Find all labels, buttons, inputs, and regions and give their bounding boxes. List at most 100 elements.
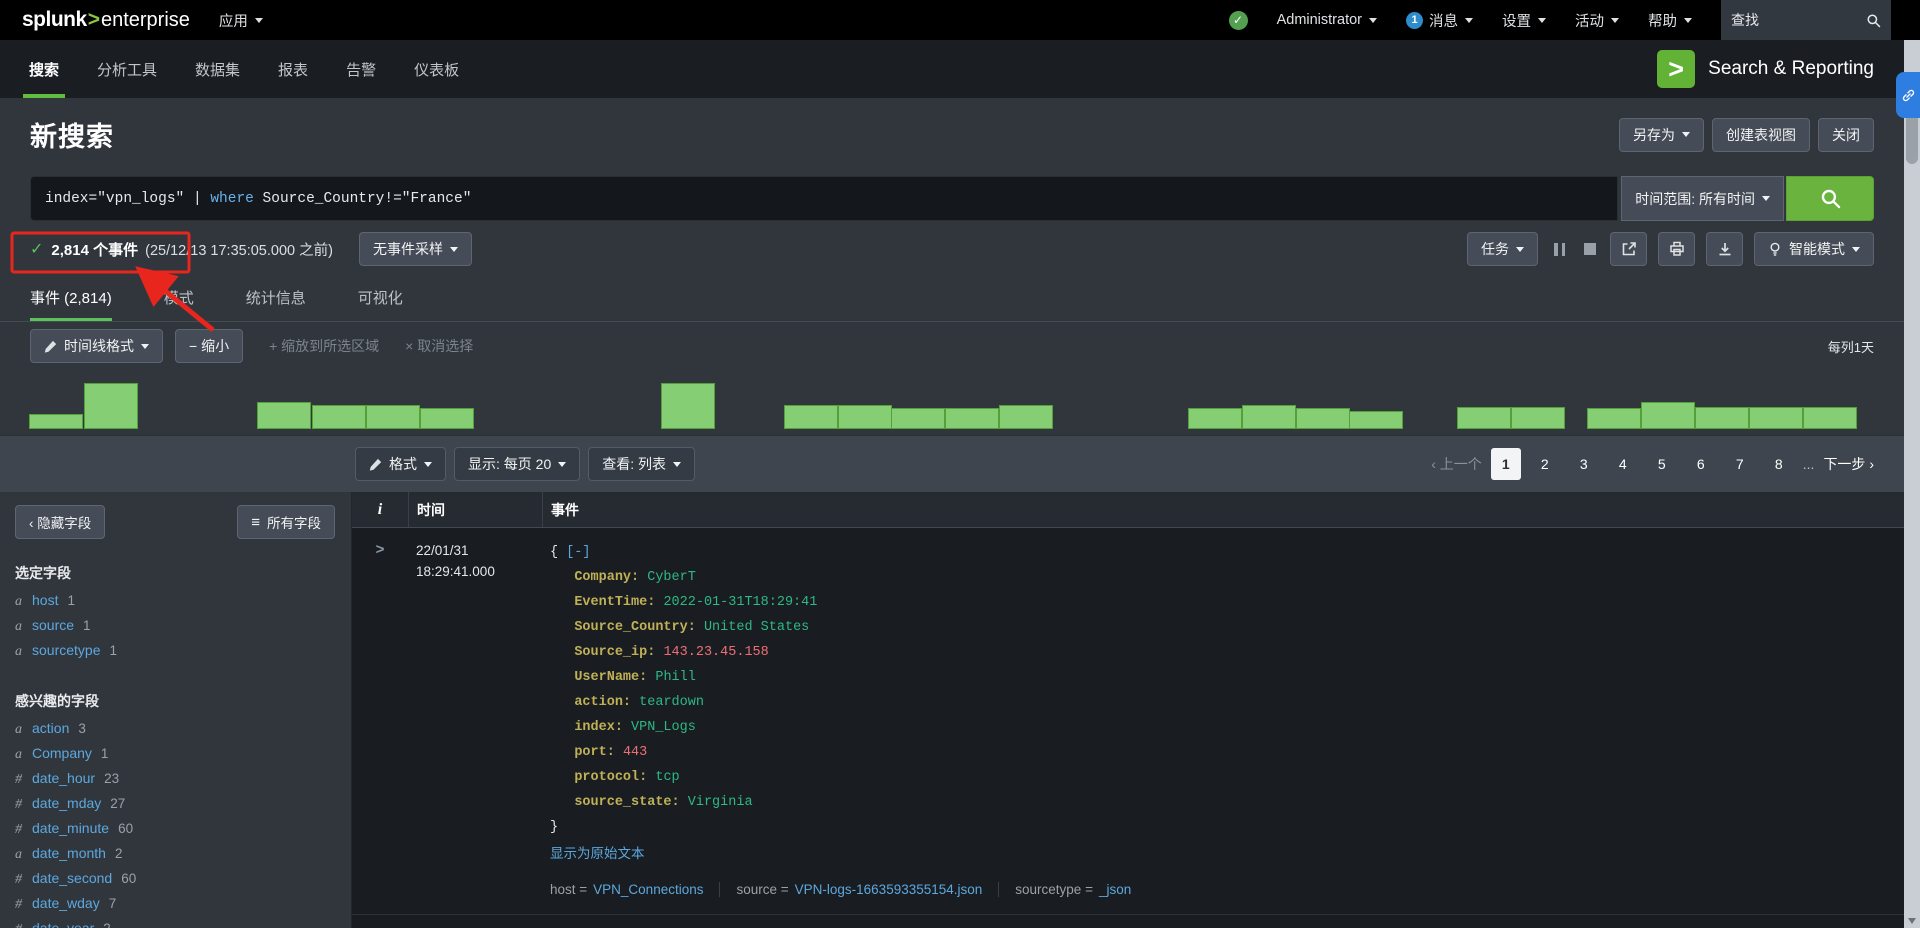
field-item-date_mday[interactable]: # date_mday 27 bbox=[15, 795, 335, 820]
result-tab-3[interactable]: 统计信息 bbox=[246, 287, 306, 321]
user-menu[interactable]: Administrator bbox=[1277, 12, 1377, 28]
json-value[interactable]: CyberT bbox=[647, 570, 696, 585]
histogram-bar[interactable] bbox=[1695, 407, 1749, 429]
save-as-button[interactable]: 另存为 bbox=[1619, 117, 1704, 152]
search-query-input[interactable]: index="vpn_logs" | where Source_Country!… bbox=[30, 176, 1619, 221]
zoom-to-selection-button[interactable]: + 缩放到所选区域 bbox=[269, 336, 379, 356]
result-tab-1[interactable]: 事件 (2,814) bbox=[30, 287, 112, 321]
histogram-bar[interactable] bbox=[945, 408, 999, 429]
meta-value-link[interactable]: VPN_Connections bbox=[593, 882, 703, 897]
nav-tab-3[interactable]: 数据集 bbox=[176, 40, 259, 98]
global-find-box[interactable] bbox=[1721, 0, 1891, 40]
field-link[interactable]: Company bbox=[32, 745, 92, 761]
field-link[interactable]: action bbox=[32, 720, 69, 736]
json-value[interactable]: United States bbox=[704, 620, 809, 635]
histogram-bar[interactable] bbox=[420, 408, 474, 429]
activity-menu[interactable]: 活动 bbox=[1575, 10, 1619, 31]
field-link[interactable]: sourcetype bbox=[32, 642, 100, 658]
per-page-selector[interactable]: 显示: 每页 20 bbox=[454, 447, 581, 481]
histogram-bar[interactable] bbox=[1749, 407, 1803, 429]
nav-tab-6[interactable]: 仪表板 bbox=[395, 40, 478, 98]
histogram-bar[interactable] bbox=[84, 383, 138, 429]
field-link[interactable]: host bbox=[32, 592, 58, 608]
export-button[interactable] bbox=[1706, 232, 1743, 266]
histogram-bar[interactable] bbox=[1641, 402, 1695, 429]
zoom-out-button[interactable]: − 缩小 bbox=[175, 329, 244, 363]
pause-job-button[interactable] bbox=[1549, 242, 1570, 256]
histogram-bar[interactable] bbox=[1296, 408, 1350, 429]
next-page-button[interactable]: 下一步 › bbox=[1823, 454, 1874, 474]
settings-menu[interactable]: 设置 bbox=[1502, 10, 1546, 31]
histogram-bar[interactable] bbox=[784, 405, 838, 429]
stop-job-button[interactable] bbox=[1581, 243, 1599, 255]
page-button-3[interactable]: 3 bbox=[1569, 448, 1599, 480]
field-link[interactable]: date_month bbox=[32, 845, 106, 861]
meta-value-link[interactable]: _json bbox=[1099, 882, 1131, 897]
field-link[interactable]: date_hour bbox=[32, 770, 95, 786]
show-raw-text-link[interactable]: 显示为原始文本 bbox=[550, 842, 645, 862]
json-value[interactable]: VPN_Logs bbox=[631, 720, 696, 735]
close-button[interactable]: 关闭 bbox=[1818, 117, 1874, 152]
page-button-4[interactable]: 4 bbox=[1608, 448, 1638, 480]
nav-tab-1[interactable]: 搜索 bbox=[10, 40, 78, 98]
json-value[interactable]: Virginia bbox=[688, 795, 753, 810]
help-menu[interactable]: 帮助 bbox=[1648, 10, 1692, 31]
nav-tab-4[interactable]: 报表 bbox=[259, 40, 327, 98]
scroll-down-arrow-icon[interactable] bbox=[1908, 918, 1916, 924]
field-item-action[interactable]: a action 3 bbox=[15, 720, 335, 745]
field-link[interactable]: date_mday bbox=[32, 795, 101, 811]
histogram-bar[interactable] bbox=[661, 383, 715, 429]
json-value[interactable]: teardown bbox=[639, 695, 704, 710]
histogram-bar[interactable] bbox=[999, 405, 1053, 429]
json-value[interactable]: 143.23.45.158 bbox=[663, 645, 768, 660]
meta-value-link[interactable]: VPN-logs-1663593355154.json bbox=[795, 882, 983, 897]
search-mode-button[interactable]: 智能模式 bbox=[1754, 232, 1874, 266]
deselect-button[interactable]: × 取消选择 bbox=[405, 336, 473, 356]
histogram-bar[interactable] bbox=[891, 408, 945, 429]
search-reporting-app-icon[interactable]: > bbox=[1657, 50, 1696, 88]
page-button-8[interactable]: 8 bbox=[1764, 448, 1794, 480]
histogram-bar[interactable] bbox=[366, 405, 420, 429]
result-tab-2[interactable]: 模式 bbox=[164, 287, 194, 321]
page-button-1[interactable]: 1 bbox=[1490, 448, 1521, 480]
share-job-button[interactable] bbox=[1610, 232, 1647, 266]
prev-page-button[interactable]: ‹ 上一个 bbox=[1431, 454, 1482, 474]
page-button-5[interactable]: 5 bbox=[1647, 448, 1677, 480]
field-item-date_second[interactable]: # date_second 60 bbox=[15, 870, 335, 895]
nav-tab-5[interactable]: 告警 bbox=[327, 40, 395, 98]
view-mode-selector[interactable]: 查看: 列表 bbox=[588, 447, 696, 481]
json-value[interactable]: 443 bbox=[623, 745, 647, 760]
create-table-view-button[interactable]: 创建表视图 bbox=[1712, 117, 1810, 152]
histogram-bar[interactable] bbox=[1188, 408, 1242, 429]
event-sampling-button[interactable]: 无事件采样 bbox=[358, 232, 472, 266]
field-item-host[interactable]: a host 1 bbox=[15, 592, 335, 617]
field-link[interactable]: source bbox=[32, 617, 74, 633]
field-item-date_wday[interactable]: # date_wday 7 bbox=[15, 895, 335, 920]
field-item-source[interactable]: a source 1 bbox=[15, 617, 335, 642]
field-item-Company[interactable]: a Company 1 bbox=[15, 745, 335, 770]
field-item-date_minute[interactable]: # date_minute 60 bbox=[15, 820, 335, 845]
find-input[interactable] bbox=[1731, 12, 1866, 28]
all-fields-button[interactable]: ≡ 所有字段 bbox=[237, 505, 335, 539]
field-item-date_month[interactable]: a date_month 2 bbox=[15, 845, 335, 870]
hide-fields-button[interactable]: ‹ 隐藏字段 bbox=[15, 505, 106, 539]
vertical-scrollbar[interactable] bbox=[1904, 40, 1920, 928]
histogram-bar[interactable] bbox=[1511, 407, 1565, 429]
app-menu[interactable]: 应用 bbox=[219, 10, 263, 31]
page-button-7[interactable]: 7 bbox=[1725, 448, 1755, 480]
pinned-extension-icon[interactable] bbox=[1896, 72, 1920, 118]
histogram-bar[interactable] bbox=[1242, 405, 1296, 429]
json-value[interactable]: tcp bbox=[655, 770, 679, 785]
page-button-2[interactable]: 2 bbox=[1530, 448, 1560, 480]
histogram-bar[interactable] bbox=[257, 402, 311, 429]
json-value[interactable]: Phill bbox=[655, 670, 696, 685]
field-link[interactable]: date_wday bbox=[32, 895, 100, 911]
expand-event-icon[interactable]: > bbox=[376, 540, 385, 560]
result-tab-4[interactable]: 可视化 bbox=[358, 287, 403, 321]
time-range-picker[interactable]: 时间范围: 所有时间 bbox=[1621, 176, 1784, 221]
field-link[interactable]: date_minute bbox=[32, 820, 109, 836]
histogram-bar[interactable] bbox=[1349, 411, 1403, 429]
field-link[interactable]: date_second bbox=[32, 870, 112, 886]
health-status-icon[interactable]: ✓ bbox=[1228, 10, 1248, 30]
nav-tab-2[interactable]: 分析工具 bbox=[78, 40, 176, 98]
